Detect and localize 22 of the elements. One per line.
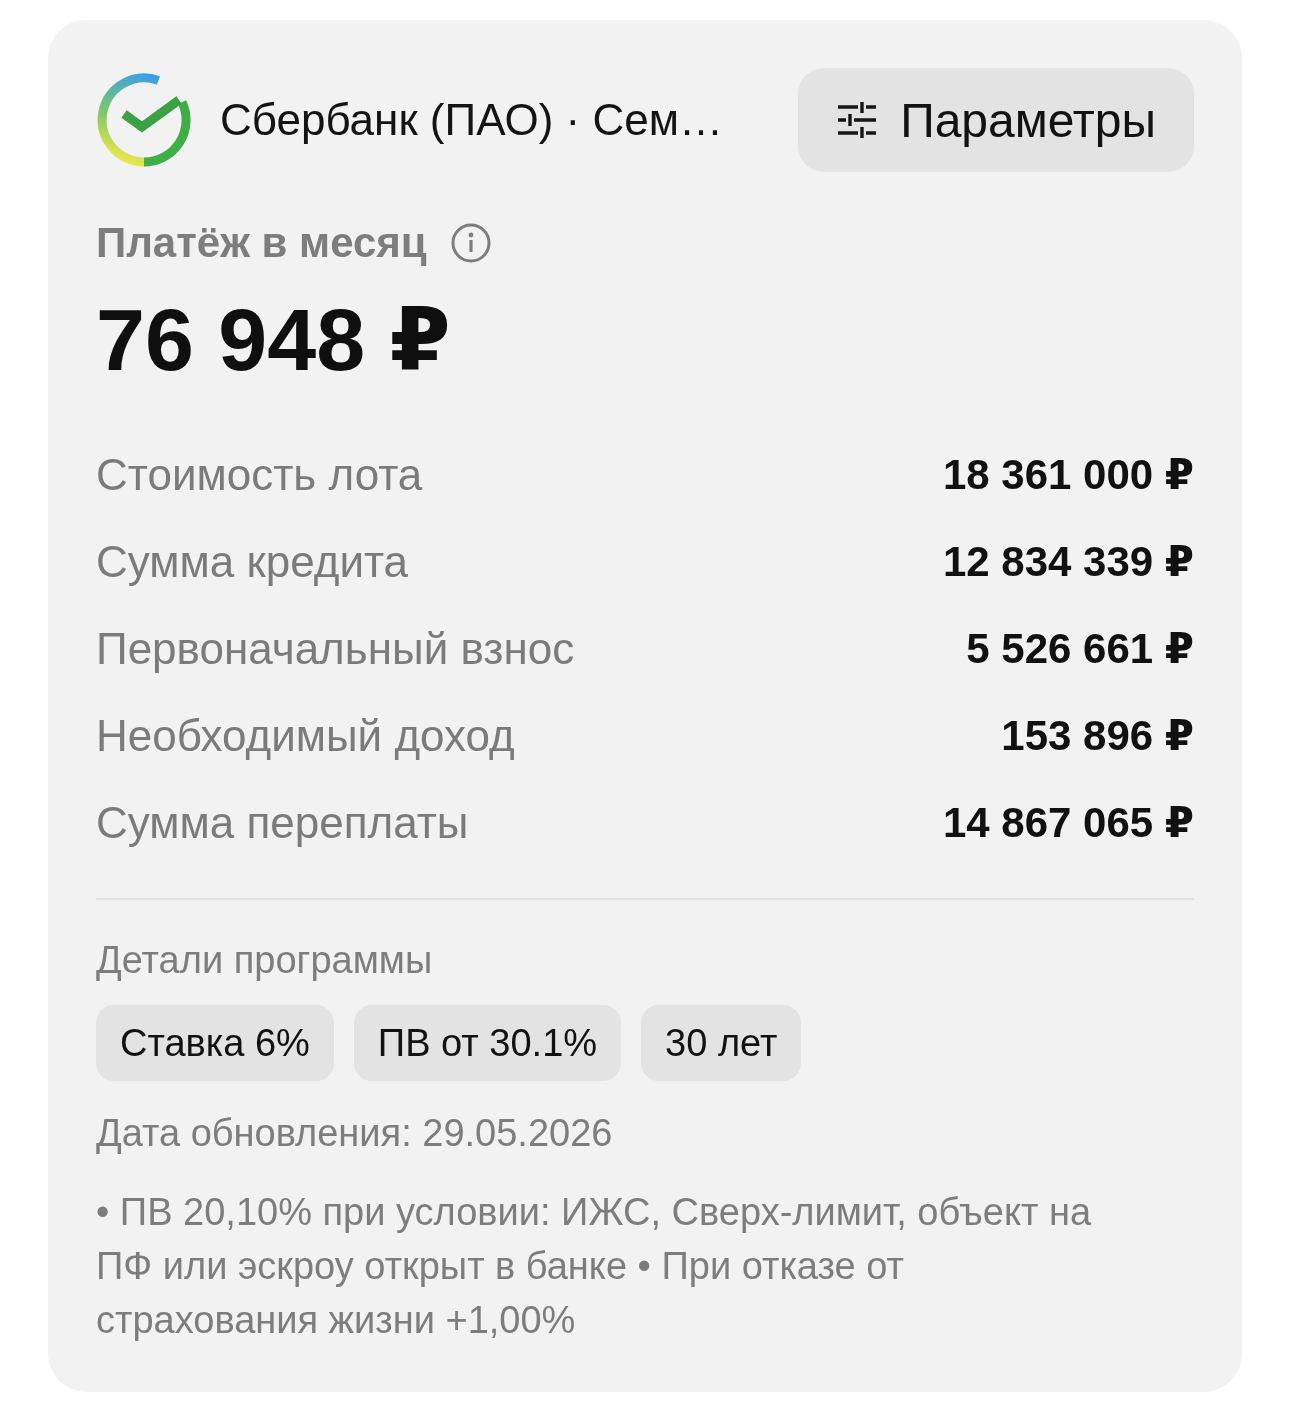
detail-label: Первоначальный взнос — [96, 623, 575, 674]
program-tag: 30 лет — [641, 1005, 802, 1081]
program-details-heading: Детали программы — [96, 938, 433, 983]
detail-label: Сумма кредита — [96, 536, 409, 587]
program-tag: Ставка 6% — [96, 1005, 334, 1081]
monthly-payment-amount: 76 948 ₽ — [96, 292, 451, 388]
detail-value: 18 361 000 ₽ — [942, 450, 1194, 499]
update-date: Дата обновления: 29.05.2026 — [96, 1111, 613, 1156]
parameters-button[interactable]: Параметры — [798, 68, 1194, 172]
detail-value: 14 867 065 ₽ — [942, 798, 1194, 847]
conditions-note: • ПВ 20,10% при условии: ИЖС, Сверх-лимит, объект на ПФ или эскроу открыт в банке • При отказе от страхования жизни +1,00% — [96, 1190, 1092, 1343]
sliders-icon — [838, 102, 877, 138]
info-icon[interactable] — [450, 223, 491, 263]
detail-label: Стоимость лота — [96, 449, 423, 500]
detail-value: 153 896 ₽ — [1001, 711, 1194, 760]
detail-value: 12 834 339 ₽ — [942, 537, 1194, 586]
detail-label: Сумма переплаты — [96, 797, 469, 848]
detail-value: 5 526 661 ₽ — [966, 624, 1194, 673]
bank-title: Сбербанк (ПАО) · Сем… — [220, 95, 723, 145]
detail-label: Необходимый доход — [96, 710, 515, 761]
program-tag: ПВ от 30.1% — [353, 1005, 622, 1081]
payment-label: Платёж в месяц — [96, 219, 427, 267]
